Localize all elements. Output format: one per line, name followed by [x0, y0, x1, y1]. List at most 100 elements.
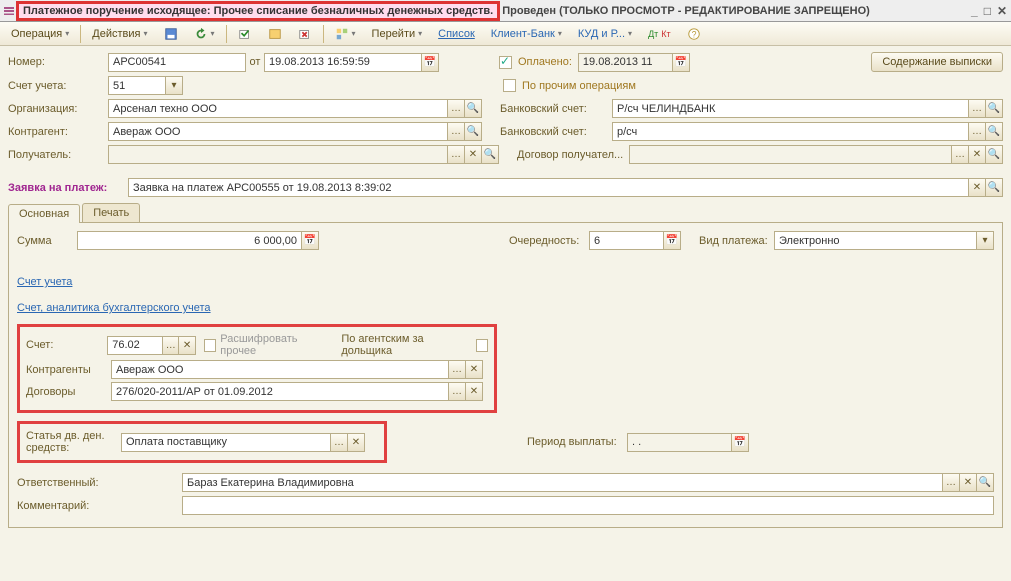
paid-checkbox[interactable]	[499, 56, 512, 69]
sub-contr-label: Контрагенты	[26, 364, 111, 376]
tabs: Основная Печать	[8, 203, 1003, 223]
toolbar-dtkt-icon[interactable]: ДтКт	[641, 27, 678, 41]
paid-date-field: 19.08.2013 11	[578, 53, 673, 72]
account-label: Счет учета:	[8, 80, 108, 92]
sub-contr-clear-icon[interactable]: ✕	[465, 360, 483, 379]
priority-field[interactable]: 6	[589, 231, 664, 250]
comment-field[interactable]	[182, 496, 994, 515]
bank1-search-icon[interactable]: 🔍	[985, 99, 1003, 118]
help-icon[interactable]: ?	[680, 25, 708, 43]
title-bar: Платежное поручение исходящее: Прочее сп…	[0, 0, 1011, 22]
number-label: Номер:	[8, 56, 108, 68]
resp-label: Ответственный:	[17, 477, 182, 489]
list-link[interactable]: Список	[431, 26, 482, 42]
sub-account-select-icon[interactable]: …	[162, 336, 179, 355]
org-search-icon[interactable]: 🔍	[464, 99, 482, 118]
actions-menu[interactable]: Действия▾	[85, 26, 154, 42]
toolbar-structure-icon[interactable]: ▾	[328, 25, 363, 43]
org-select-icon[interactable]: …	[447, 99, 465, 118]
sub-contr-select-icon[interactable]: …	[448, 360, 466, 379]
toolbar-post-icon[interactable]	[231, 25, 259, 43]
toolbar-save-icon[interactable]	[157, 25, 185, 43]
svg-text:?: ?	[691, 29, 696, 39]
statement-button[interactable]: Содержание выписки	[871, 52, 1003, 72]
sum-calc-icon[interactable]: 📅	[301, 231, 319, 250]
close-button[interactable]: ✕	[997, 4, 1007, 18]
sub-dog-field[interactable]: 276/020-2011/АР от 01.09.2012	[111, 382, 449, 401]
minimize-button[interactable]: _	[971, 4, 978, 18]
period-picker-icon[interactable]: 📅	[731, 433, 749, 452]
request-field[interactable]: Заявка на платеж АРС00555 от 19.08.2013 …	[128, 178, 969, 197]
dogrec-search-icon[interactable]: 🔍	[985, 145, 1003, 164]
toolbar-unpost-icon[interactable]	[291, 25, 319, 43]
other-ops-checkbox[interactable]	[503, 79, 516, 92]
maximize-button[interactable]: □	[984, 4, 991, 18]
cash-field[interactable]: Оплата поставщику	[121, 433, 331, 452]
request-search-icon[interactable]: 🔍	[985, 178, 1003, 197]
date-field[interactable]: 19.08.2013 16:59:59	[264, 53, 422, 72]
dogrec-field[interactable]	[629, 145, 952, 164]
period-field[interactable]: . .	[627, 433, 732, 452]
toolbar: Операция▾ Действия▾ ▾ ▾ Перейти▾ Список …	[0, 22, 1011, 46]
priority-calc-icon[interactable]: 📅	[663, 231, 681, 250]
window-title-highlight: Платежное поручение исходящее: Прочее сп…	[16, 1, 500, 21]
sum-field[interactable]: 6 000,00	[77, 231, 302, 250]
contr-field[interactable]: Авераж ООО	[108, 122, 448, 141]
kud-menu[interactable]: КУД и Р...▾	[571, 26, 639, 42]
bank1-field[interactable]: Р/сч ЧЕЛИНДБАНК	[612, 99, 969, 118]
sub-account-clear-icon[interactable]: ✕	[178, 336, 195, 355]
request-label: Заявка на платеж:	[8, 182, 128, 194]
request-clear-icon[interactable]: ✕	[968, 178, 986, 197]
bank2-field[interactable]: р/сч	[612, 122, 969, 141]
contr-select-icon[interactable]: …	[447, 122, 465, 141]
goto-menu[interactable]: Перейти▾	[365, 26, 430, 42]
org-field[interactable]: Арсенал техно ООО	[108, 99, 448, 118]
toolbar-book-icon[interactable]	[261, 25, 289, 43]
cash-flow-block: Статья дв. ден. средств: Оплата поставщи…	[17, 421, 387, 463]
agent-label: По агентским за дольщика	[341, 333, 471, 357]
priority-label: Очередность:	[509, 235, 589, 247]
cash-clear-icon[interactable]: ✕	[347, 433, 365, 452]
sum-label: Сумма	[17, 235, 77, 247]
dogrec-clear-icon[interactable]: ✕	[968, 145, 986, 164]
resp-select-icon[interactable]: …	[942, 473, 960, 492]
tab-main-body: Сумма 6 000,00 📅 Очередность: 6 📅 Вид пл…	[8, 223, 1003, 528]
sub-dog-clear-icon[interactable]: ✕	[465, 382, 483, 401]
window-controls: _ □ ✕	[971, 4, 1007, 18]
agent-checkbox[interactable]	[476, 339, 489, 352]
paid-date-picker-icon[interactable]: 📅	[672, 53, 690, 72]
account-field[interactable]: 51	[108, 76, 166, 95]
resp-search-icon[interactable]: 🔍	[976, 473, 994, 492]
recip-select-icon[interactable]: …	[447, 145, 465, 164]
toolbar-refresh-icon[interactable]: ▾	[187, 25, 222, 43]
contr-search-icon[interactable]: 🔍	[464, 122, 482, 141]
number-field[interactable]: АРС00541	[108, 53, 246, 72]
period-label: Период выплаты:	[527, 436, 627, 448]
resp-field[interactable]: Бараз Екатерина Владимировна	[182, 473, 943, 492]
recip-clear-icon[interactable]: ✕	[464, 145, 482, 164]
date-picker-icon[interactable]: 📅	[421, 53, 439, 72]
bank1-label: Банковский счет:	[500, 103, 612, 115]
bank2-search-icon[interactable]: 🔍	[985, 122, 1003, 141]
bank2-select-icon[interactable]: …	[968, 122, 986, 141]
org-label: Организация:	[8, 103, 108, 115]
cash-select-icon[interactable]: …	[330, 433, 348, 452]
account-dropdown-icon[interactable]: ▾	[165, 76, 183, 95]
paytype-field[interactable]: Электронно	[774, 231, 977, 250]
from-label: от	[246, 56, 264, 68]
dogrec-select-icon[interactable]: …	[951, 145, 969, 164]
recip-search-icon[interactable]: 🔍	[481, 145, 499, 164]
operation-menu[interactable]: Операция▾	[4, 26, 76, 42]
sub-contr-field[interactable]: Авераж ООО	[111, 360, 449, 379]
paytype-dropdown-icon[interactable]: ▾	[976, 231, 994, 250]
sub-account-field[interactable]: 76.02	[107, 336, 163, 355]
resp-clear-icon[interactable]: ✕	[959, 473, 977, 492]
recip-field[interactable]	[108, 145, 448, 164]
tab-main[interactable]: Основная	[8, 204, 80, 223]
tab-print[interactable]: Печать	[82, 203, 140, 222]
decode-checkbox[interactable]	[204, 339, 217, 352]
sub-dog-select-icon[interactable]: …	[448, 382, 466, 401]
bank1-select-icon[interactable]: …	[968, 99, 986, 118]
client-bank-menu[interactable]: Клиент-Банк▾	[484, 26, 569, 42]
app-icon	[4, 7, 14, 15]
